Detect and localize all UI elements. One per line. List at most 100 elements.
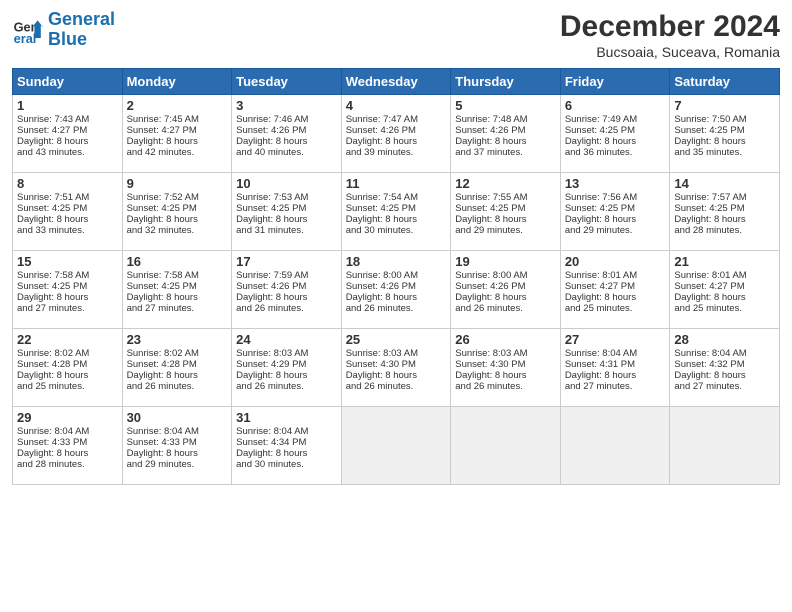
day-info-line: and 28 minutes. bbox=[674, 225, 775, 236]
empty-cell bbox=[670, 407, 780, 485]
day-info-line: Sunrise: 7:52 AM bbox=[127, 192, 228, 203]
day-info-line: Daylight: 8 hours bbox=[17, 292, 118, 303]
day-info-line: Daylight: 8 hours bbox=[236, 448, 337, 459]
week-row-5: 29Sunrise: 8:04 AMSunset: 4:33 PMDayligh… bbox=[13, 407, 780, 485]
day-number: 27 bbox=[565, 332, 666, 347]
day-info-line: and 27 minutes. bbox=[674, 381, 775, 392]
logo-general: General bbox=[48, 9, 115, 29]
day-info-line: Daylight: 8 hours bbox=[127, 214, 228, 225]
day-info-line: and 32 minutes. bbox=[127, 225, 228, 236]
day-info-line: and 28 minutes. bbox=[17, 459, 118, 470]
day-number: 1 bbox=[17, 98, 118, 113]
day-info-line: Sunrise: 8:04 AM bbox=[236, 426, 337, 437]
empty-cell bbox=[451, 407, 561, 485]
day-info-line: Sunrise: 7:50 AM bbox=[674, 114, 775, 125]
day-info-line: Daylight: 8 hours bbox=[674, 136, 775, 147]
day-info-line: Sunset: 4:26 PM bbox=[346, 281, 447, 292]
day-cell-4: 4Sunrise: 7:47 AMSunset: 4:26 PMDaylight… bbox=[341, 95, 451, 173]
day-info-line: Daylight: 8 hours bbox=[346, 292, 447, 303]
day-info-line: Daylight: 8 hours bbox=[565, 136, 666, 147]
day-info-line: Sunrise: 8:04 AM bbox=[674, 348, 775, 359]
day-info-line: and 33 minutes. bbox=[17, 225, 118, 236]
day-cell-26: 26Sunrise: 8:03 AMSunset: 4:30 PMDayligh… bbox=[451, 329, 561, 407]
day-info-line: and 30 minutes. bbox=[346, 225, 447, 236]
title-block: December 2024 Bucsoaia, Suceava, Romania bbox=[560, 10, 780, 60]
day-info-line: and 29 minutes. bbox=[455, 225, 556, 236]
day-number: 28 bbox=[674, 332, 775, 347]
day-info-line: and 30 minutes. bbox=[236, 459, 337, 470]
day-info-line: Daylight: 8 hours bbox=[455, 136, 556, 147]
week-row-3: 15Sunrise: 7:58 AMSunset: 4:25 PMDayligh… bbox=[13, 251, 780, 329]
day-cell-7: 7Sunrise: 7:50 AMSunset: 4:25 PMDaylight… bbox=[670, 95, 780, 173]
day-number: 12 bbox=[455, 176, 556, 191]
calendar-table: SundayMondayTuesdayWednesdayThursdayFrid… bbox=[12, 68, 780, 485]
day-info-line: Sunset: 4:25 PM bbox=[674, 125, 775, 136]
day-info-line: and 29 minutes. bbox=[127, 459, 228, 470]
day-info-line: Sunset: 4:30 PM bbox=[346, 359, 447, 370]
day-cell-6: 6Sunrise: 7:49 AMSunset: 4:25 PMDaylight… bbox=[560, 95, 670, 173]
day-cell-8: 8Sunrise: 7:51 AMSunset: 4:25 PMDaylight… bbox=[13, 173, 123, 251]
day-info-line: Sunrise: 7:55 AM bbox=[455, 192, 556, 203]
day-info-line: Sunrise: 7:48 AM bbox=[455, 114, 556, 125]
day-cell-21: 21Sunrise: 8:01 AMSunset: 4:27 PMDayligh… bbox=[670, 251, 780, 329]
day-info-line: Daylight: 8 hours bbox=[565, 370, 666, 381]
day-info-line: Daylight: 8 hours bbox=[674, 370, 775, 381]
day-info-line: Sunrise: 8:00 AM bbox=[346, 270, 447, 281]
day-info-line: Sunset: 4:26 PM bbox=[236, 281, 337, 292]
day-info-line: and 26 minutes. bbox=[346, 381, 447, 392]
day-info-line: and 27 minutes. bbox=[127, 303, 228, 314]
day-info-line: Sunrise: 8:02 AM bbox=[17, 348, 118, 359]
day-cell-2: 2Sunrise: 7:45 AMSunset: 4:27 PMDaylight… bbox=[122, 95, 232, 173]
day-cell-19: 19Sunrise: 8:00 AMSunset: 4:26 PMDayligh… bbox=[451, 251, 561, 329]
day-info-line: Daylight: 8 hours bbox=[236, 214, 337, 225]
day-cell-10: 10Sunrise: 7:53 AMSunset: 4:25 PMDayligh… bbox=[232, 173, 342, 251]
day-number: 15 bbox=[17, 254, 118, 269]
day-info-line: and 27 minutes. bbox=[565, 381, 666, 392]
day-info-line: Sunset: 4:25 PM bbox=[127, 281, 228, 292]
day-info-line: Daylight: 8 hours bbox=[346, 136, 447, 147]
day-cell-27: 27Sunrise: 8:04 AMSunset: 4:31 PMDayligh… bbox=[560, 329, 670, 407]
day-cell-12: 12Sunrise: 7:55 AMSunset: 4:25 PMDayligh… bbox=[451, 173, 561, 251]
day-info-line: Sunset: 4:26 PM bbox=[346, 125, 447, 136]
day-info-line: Sunrise: 7:43 AM bbox=[17, 114, 118, 125]
day-cell-22: 22Sunrise: 8:02 AMSunset: 4:28 PMDayligh… bbox=[13, 329, 123, 407]
day-number: 22 bbox=[17, 332, 118, 347]
day-info-line: and 40 minutes. bbox=[236, 147, 337, 158]
day-cell-16: 16Sunrise: 7:58 AMSunset: 4:25 PMDayligh… bbox=[122, 251, 232, 329]
day-info-line: Sunset: 4:34 PM bbox=[236, 437, 337, 448]
day-info-line: Sunset: 4:27 PM bbox=[127, 125, 228, 136]
day-info-line: Daylight: 8 hours bbox=[565, 214, 666, 225]
day-info-line: Sunset: 4:27 PM bbox=[565, 281, 666, 292]
day-info-line: Sunset: 4:25 PM bbox=[127, 203, 228, 214]
day-info-line: Sunrise: 8:03 AM bbox=[346, 348, 447, 359]
day-info-line: Sunrise: 8:04 AM bbox=[127, 426, 228, 437]
day-info-line: Daylight: 8 hours bbox=[455, 214, 556, 225]
day-info-line: Sunset: 4:33 PM bbox=[17, 437, 118, 448]
day-number: 14 bbox=[674, 176, 775, 191]
day-cell-28: 28Sunrise: 8:04 AMSunset: 4:32 PMDayligh… bbox=[670, 329, 780, 407]
day-number: 16 bbox=[127, 254, 228, 269]
day-info-line: Sunset: 4:33 PM bbox=[127, 437, 228, 448]
day-cell-14: 14Sunrise: 7:57 AMSunset: 4:25 PMDayligh… bbox=[670, 173, 780, 251]
day-info-line: Daylight: 8 hours bbox=[455, 370, 556, 381]
day-cell-30: 30Sunrise: 8:04 AMSunset: 4:33 PMDayligh… bbox=[122, 407, 232, 485]
day-info-line: Daylight: 8 hours bbox=[17, 370, 118, 381]
day-cell-9: 9Sunrise: 7:52 AMSunset: 4:25 PMDaylight… bbox=[122, 173, 232, 251]
day-info-line: and 35 minutes. bbox=[674, 147, 775, 158]
day-info-line: and 37 minutes. bbox=[455, 147, 556, 158]
day-info-line: Sunset: 4:25 PM bbox=[236, 203, 337, 214]
svg-text:eral: eral bbox=[14, 31, 37, 46]
day-number: 19 bbox=[455, 254, 556, 269]
day-info-line: Sunrise: 7:54 AM bbox=[346, 192, 447, 203]
day-info-line: Daylight: 8 hours bbox=[127, 448, 228, 459]
logo-text: General Blue bbox=[48, 10, 115, 50]
day-cell-29: 29Sunrise: 8:04 AMSunset: 4:33 PMDayligh… bbox=[13, 407, 123, 485]
day-info-line: Sunset: 4:25 PM bbox=[17, 203, 118, 214]
header-row-days: SundayMondayTuesdayWednesdayThursdayFrid… bbox=[13, 69, 780, 95]
day-cell-17: 17Sunrise: 7:59 AMSunset: 4:26 PMDayligh… bbox=[232, 251, 342, 329]
day-info-line: Sunset: 4:31 PM bbox=[565, 359, 666, 370]
day-info-line: and 27 minutes. bbox=[17, 303, 118, 314]
day-cell-20: 20Sunrise: 8:01 AMSunset: 4:27 PMDayligh… bbox=[560, 251, 670, 329]
day-info-line: Sunset: 4:26 PM bbox=[455, 125, 556, 136]
day-info-line: Daylight: 8 hours bbox=[236, 136, 337, 147]
